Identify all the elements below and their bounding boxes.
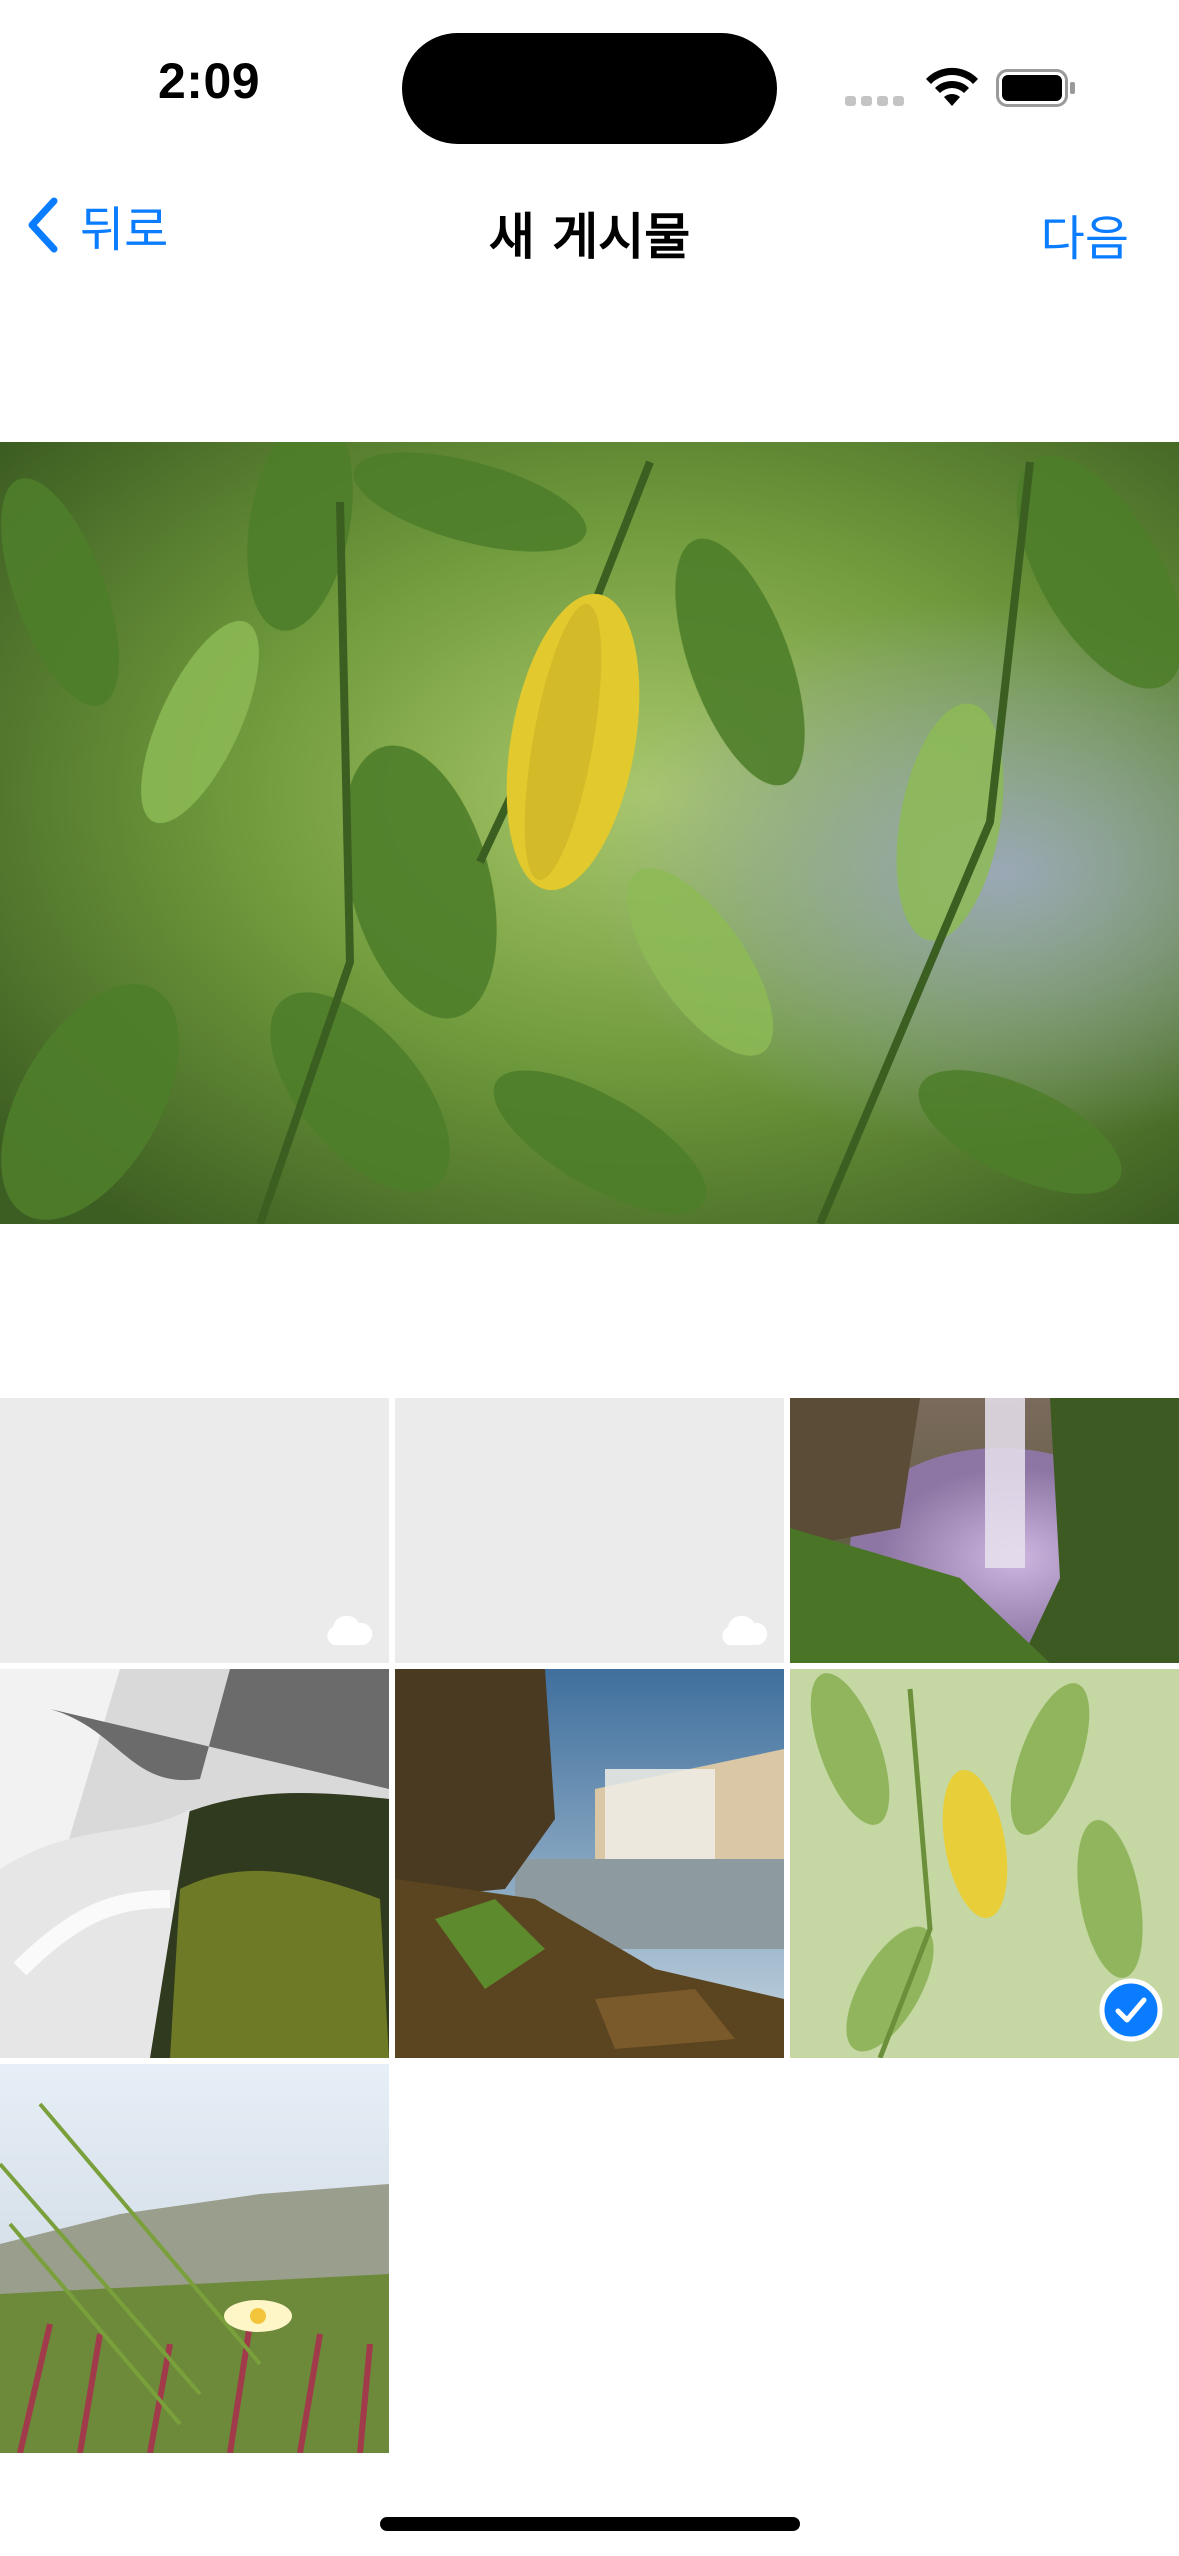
cellular-signal-icon [845, 96, 905, 106]
waterfall-moss-photo [0, 1669, 389, 2058]
navigation-bar: 뒤로 새 게시물 다음 [0, 175, 1179, 275]
photo-waterfall-cliff[interactable] [395, 1669, 784, 2058]
status-bar: 2:09 [0, 0, 1179, 160]
battery-icon [996, 69, 1075, 107]
citrus-leaves-photo [0, 442, 1179, 1224]
dynamic-island [402, 33, 777, 144]
ice-plant-flower-photo [0, 2064, 389, 2453]
photo-placeholder-2[interactable] [395, 1398, 784, 1663]
page-title: 새 게시물 [488, 208, 691, 266]
photo-waterfall-moss[interactable] [0, 1669, 389, 2058]
home-indicator[interactable] [380, 2517, 800, 2531]
checkmark-icon [1099, 1978, 1163, 2042]
next-button[interactable]: 다음 [1041, 199, 1129, 269]
photo-citrus-leaves[interactable] [790, 1669, 1179, 2058]
wifi-icon [926, 67, 978, 106]
waterfall-cliff-photo [395, 1669, 784, 2058]
cloud-icon [722, 1615, 768, 1645]
photo-placeholder-1[interactable] [0, 1398, 389, 1663]
selected-photo-preview[interactable] [0, 442, 1179, 1224]
status-time: 2:09 [158, 53, 261, 109]
photo-ice-plant-flower[interactable] [0, 2064, 389, 2453]
waterfall-cave-photo [790, 1398, 1179, 1663]
cloud-icon [327, 1615, 373, 1645]
photo-waterfall-cave[interactable] [790, 1398, 1179, 1663]
